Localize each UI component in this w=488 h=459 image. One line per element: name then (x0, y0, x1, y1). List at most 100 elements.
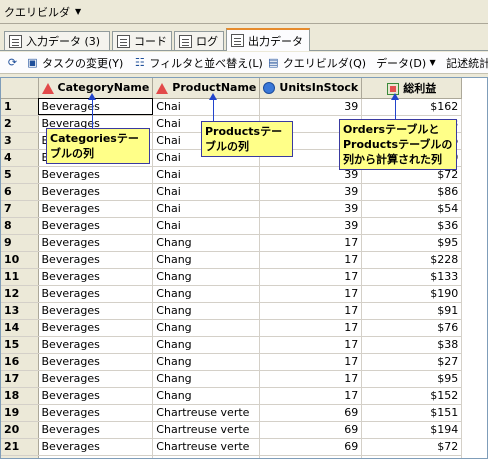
row-number-cell[interactable]: 12 (1, 285, 39, 303)
row-number-cell[interactable]: 18 (1, 387, 39, 405)
tab-log[interactable]: ログ (174, 31, 224, 50)
units-cell[interactable]: 69 (259, 404, 363, 422)
profit-cell[interactable]: $27 (361, 353, 463, 371)
row-number-cell[interactable]: 2 (1, 115, 39, 133)
profit-cell[interactable]: $38 (361, 336, 463, 354)
category-cell[interactable]: Beverages (38, 455, 154, 458)
profit-cell[interactable]: $151 (361, 404, 463, 422)
profit-cell[interactable]: $72 (361, 438, 463, 456)
units-cell[interactable]: 39 (259, 183, 363, 201)
category-cell[interactable]: Beverages (38, 166, 154, 184)
category-cell[interactable]: Beverages (38, 217, 154, 235)
table-row[interactable]: 16 Beverages Chang 17 $27 (1, 353, 463, 371)
table-row[interactable]: 6 Beverages Chai 39 $86 (1, 183, 463, 201)
row-number-cell[interactable]: 20 (1, 421, 39, 439)
column-header-unitsinstock[interactable]: UnitsInStock (259, 78, 363, 99)
product-cell[interactable]: Chang (152, 302, 261, 320)
units-cell[interactable]: 39 (259, 217, 363, 235)
category-cell[interactable]: Beverages (38, 98, 154, 116)
row-number-cell[interactable]: 21 (1, 438, 39, 456)
units-cell[interactable]: 17 (259, 319, 363, 337)
row-number-cell[interactable]: 19 (1, 404, 39, 422)
refresh-button[interactable]: ⟳ (6, 56, 22, 69)
category-cell[interactable]: Beverages (38, 234, 154, 252)
units-cell[interactable]: 17 (259, 336, 363, 354)
row-number-cell[interactable]: 15 (1, 336, 39, 354)
units-cell[interactable]: 17 (259, 353, 363, 371)
product-cell[interactable]: Chang (152, 251, 261, 269)
row-number-header[interactable] (1, 78, 39, 99)
category-cell[interactable]: Beverages (38, 285, 154, 303)
table-row[interactable]: 21 Beverages Chartreuse verte 69 $72 (1, 438, 463, 456)
units-cell[interactable]: 69 (259, 455, 363, 458)
units-cell[interactable]: 69 (259, 421, 363, 439)
profit-cell[interactable]: $95 (361, 234, 463, 252)
tab-input-data[interactable]: 入力データ (3) (4, 31, 110, 50)
row-number-cell[interactable]: 9 (1, 234, 39, 252)
table-row[interactable]: 8 Beverages Chai 39 $36 (1, 217, 463, 235)
product-cell[interactable]: Chang (152, 268, 261, 286)
product-cell[interactable]: Chartreuse verte (152, 404, 261, 422)
units-cell[interactable]: 17 (259, 387, 363, 405)
table-row[interactable]: 10 Beverages Chang 17 $228 (1, 251, 463, 269)
category-cell[interactable]: Beverages (38, 268, 154, 286)
product-cell[interactable]: Chartreuse verte (152, 438, 261, 456)
category-cell[interactable]: Beverages (38, 370, 154, 388)
category-cell[interactable]: Beverages (38, 353, 154, 371)
product-cell[interactable]: Chai (152, 217, 261, 235)
tab-output-data[interactable]: 出力データ (226, 28, 310, 51)
table-row[interactable]: 17 Beverages Chang 17 $95 (1, 370, 463, 388)
category-cell[interactable]: Beverages (38, 200, 154, 218)
units-cell[interactable]: 39 (259, 200, 363, 218)
product-cell[interactable]: Chang (152, 319, 261, 337)
product-cell[interactable]: Chai (152, 166, 261, 184)
product-cell[interactable]: Chai (152, 200, 261, 218)
profit-cell[interactable]: $190 (361, 285, 463, 303)
row-number-cell[interactable]: 3 (1, 132, 39, 150)
row-number-cell[interactable]: 17 (1, 370, 39, 388)
units-cell[interactable]: 69 (259, 438, 363, 456)
units-cell[interactable]: 17 (259, 302, 363, 320)
units-cell[interactable]: 17 (259, 251, 363, 269)
row-number-cell[interactable]: 16 (1, 353, 39, 371)
row-number-cell[interactable]: 8 (1, 217, 39, 235)
units-cell[interactable]: 39 (259, 98, 363, 116)
profit-cell[interactable]: $228 (361, 251, 463, 269)
row-number-cell[interactable]: 10 (1, 251, 39, 269)
table-row[interactable]: 12 Beverages Chang 17 $190 (1, 285, 463, 303)
profit-cell[interactable]: $54 (361, 200, 463, 218)
product-cell[interactable]: Chang (152, 285, 261, 303)
profit-cell[interactable]: $133 (361, 268, 463, 286)
units-cell[interactable]: 17 (259, 234, 363, 252)
product-cell[interactable]: Chai (152, 98, 261, 116)
table-row[interactable]: 11 Beverages Chang 17 $133 (1, 268, 463, 286)
units-cell[interactable]: 17 (259, 285, 363, 303)
category-cell[interactable]: Beverages (38, 183, 154, 201)
filter-sort-button[interactable]: ☷ フィルタと並べ替え(L) (133, 55, 263, 71)
product-cell[interactable]: Chartreuse verte (152, 421, 261, 439)
row-number-cell[interactable]: 5 (1, 166, 39, 184)
profit-cell[interactable]: $76 (361, 319, 463, 337)
table-row[interactable]: 22BeveragesChartreuse verte69$126 (1, 455, 463, 458)
data-menu-button[interactable]: データ(D) ▼ (376, 55, 442, 71)
tab-code[interactable]: コード (112, 31, 172, 50)
category-cell[interactable]: Beverages (38, 387, 154, 405)
category-cell[interactable]: Beverages (38, 438, 154, 456)
profit-cell[interactable]: $86 (361, 183, 463, 201)
row-number-cell[interactable]: 4 (1, 149, 39, 167)
category-cell[interactable]: Beverages (38, 251, 154, 269)
profit-cell[interactable]: $126 (361, 455, 463, 458)
table-row[interactable]: 13 Beverages Chang 17 $91 (1, 302, 463, 320)
profit-cell[interactable]: $91 (361, 302, 463, 320)
product-cell[interactable]: Chai (152, 183, 261, 201)
row-number-cell[interactable]: 6 (1, 183, 39, 201)
product-cell[interactable]: Chang (152, 336, 261, 354)
column-header-total-profit[interactable]: 総利益 (361, 78, 463, 99)
row-number-cell[interactable]: 22 (1, 455, 39, 458)
table-row[interactable]: 7 Beverages Chai 39 $54 (1, 200, 463, 218)
units-cell[interactable]: 17 (259, 268, 363, 286)
product-cell[interactable]: Chang (152, 353, 261, 371)
category-cell[interactable]: Beverages (38, 421, 154, 439)
row-number-cell[interactable]: 11 (1, 268, 39, 286)
product-cell[interactable]: Chang (152, 387, 261, 405)
